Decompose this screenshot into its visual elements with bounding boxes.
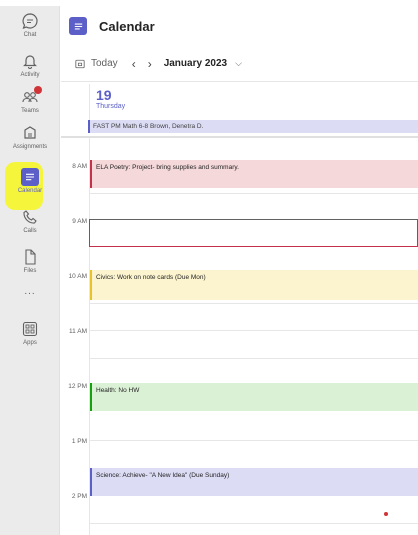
hour-line	[89, 330, 418, 331]
rail-item-files[interactable]: Files	[0, 248, 60, 275]
time-label-2pm: 2 PM	[71, 493, 87, 500]
month-selector[interactable]: January 2023	[164, 58, 227, 69]
rail-label-files: Files	[23, 268, 37, 274]
all-day-event[interactable]: FAST PM Math 6-8 Brown, Denetra D.	[88, 120, 418, 133]
event-civics[interactable]: Civics: Work on note cards (Due Mon)	[90, 270, 418, 300]
next-button[interactable]: ›	[148, 57, 152, 71]
chat-icon	[22, 13, 38, 29]
today-button[interactable]: Today	[91, 58, 118, 69]
rail-item-more[interactable]: ...	[0, 286, 60, 297]
calendar-icon	[21, 168, 39, 186]
red-dot-marker	[384, 512, 388, 516]
rail-item-calendar[interactable]: Calendar	[0, 168, 60, 195]
hour-line	[89, 440, 418, 441]
assignments-icon	[24, 126, 36, 139]
app-header: Calendar	[61, 6, 418, 46]
rail-item-chat[interactable]: Chat	[0, 12, 60, 39]
app-rail: Chat Activity Teams Assignments Calendar…	[0, 6, 60, 535]
event-ela[interactable]: ELA Poetry: Project- bring supplies and …	[90, 160, 418, 188]
time-label-8am: 8 AM	[72, 163, 87, 170]
rail-item-assignments[interactable]: Assignments	[0, 124, 60, 151]
page-title: Calendar	[99, 18, 155, 34]
rail-label-calls: Calls	[23, 228, 37, 234]
rail-item-activity[interactable]: Activity	[0, 52, 60, 79]
half-hour-line	[89, 193, 418, 194]
event-health[interactable]: Health: No HW	[90, 383, 418, 411]
rail-label-teams: Teams	[21, 108, 39, 114]
time-label-11am: 11 AM	[69, 328, 87, 335]
half-hour-line	[89, 358, 418, 359]
calendar-toolbar: Today ‹ › January 2023 ⌵	[61, 46, 418, 82]
notification-badge	[34, 86, 42, 94]
time-label-12pm: 12 PM	[68, 383, 87, 390]
file-icon	[25, 249, 36, 265]
rail-item-teams[interactable]: Teams	[0, 86, 60, 115]
event-science[interactable]: Science: Achieve- "A New Idea" (Due Sund…	[90, 468, 418, 496]
day-header: 19 Thursday	[89, 84, 418, 120]
prev-button[interactable]: ‹	[132, 57, 136, 71]
today-icon	[75, 59, 85, 68]
calendar-app-icon	[69, 17, 87, 35]
rail-label-apps: Apps	[23, 340, 37, 346]
rail-label-activity: Activity	[20, 72, 40, 78]
time-label-9am: 9 AM	[72, 218, 87, 225]
day-number: 19	[96, 87, 112, 103]
bell-icon	[23, 55, 37, 69]
chevron-down-icon[interactable]: ⌵	[235, 58, 242, 69]
more-icon: ...	[24, 286, 36, 297]
calendar-main: Calendar Today ‹ › January 2023 ⌵ 19 Thu…	[61, 6, 418, 535]
selected-time-slot[interactable]	[89, 219, 418, 247]
time-label-10am: 10 AM	[68, 273, 87, 280]
phone-icon	[23, 210, 37, 224]
rail-item-calls[interactable]: Calls	[0, 208, 60, 235]
rail-label-calendar: Calendar	[17, 188, 43, 194]
half-hour-line	[89, 523, 418, 524]
apps-icon	[22, 321, 38, 337]
rail-item-apps[interactable]: Apps	[0, 320, 60, 347]
day-name: Thursday	[96, 103, 126, 110]
half-hour-line	[89, 303, 418, 304]
rail-label-chat: Chat	[23, 32, 37, 38]
rail-label-assignments: Assignments	[12, 144, 48, 150]
time-label-1pm: 1 PM	[71, 438, 87, 445]
time-grid: 8 AM 9 AM 10 AM 11 AM 12 PM 1 PM 2 PM EL…	[61, 138, 418, 535]
